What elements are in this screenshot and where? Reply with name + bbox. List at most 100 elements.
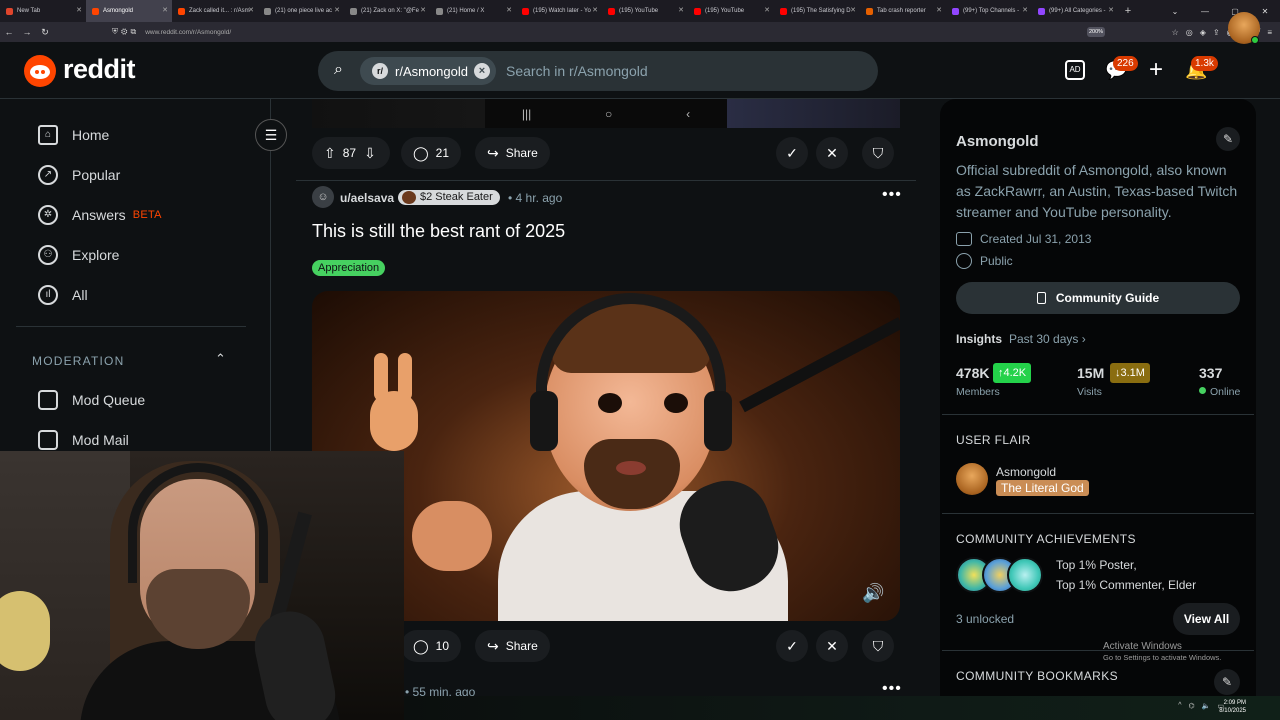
close-icon[interactable]: ✕ xyxy=(592,6,598,14)
sidebar-toggle-icon[interactable]: ☰ xyxy=(255,119,287,151)
bookmark-star-icon[interactable]: ☆ xyxy=(1172,28,1179,37)
visits-label: Visits xyxy=(1077,386,1102,398)
create-post-icon[interactable]: + xyxy=(1145,58,1167,82)
browser-tab[interactable]: (195) The Satisfying D ✕ xyxy=(774,0,860,22)
remove-button[interactable]: ✕ xyxy=(816,630,848,662)
subreddit-scope-chip[interactable]: r/ r/Asmongold × xyxy=(360,57,496,85)
sidebar-item-answers[interactable]: ✲ Answers BETA xyxy=(38,203,162,227)
sidebar-item-all[interactable]: ıl All xyxy=(38,283,88,307)
browser-tab-active[interactable]: Asmongold ✕ xyxy=(86,0,172,22)
reddit-logo-icon[interactable] xyxy=(24,55,56,87)
flair-text: $2 Steak Eater xyxy=(420,191,493,203)
post-author[interactable]: u/aelsava xyxy=(340,191,394,205)
comments-button[interactable]: ◯ 10 xyxy=(401,630,462,662)
remove-button[interactable]: ✕ xyxy=(816,137,848,169)
close-icon[interactable]: ✕ xyxy=(936,6,942,14)
browser-tab[interactable]: (99+) Top Channels - ✕ xyxy=(946,0,1032,22)
minimize-button[interactable]: — xyxy=(1190,7,1220,16)
edit-pencil-icon[interactable]: ✎ xyxy=(1216,127,1240,151)
close-icon[interactable]: ✕ xyxy=(334,6,340,14)
network-icon[interactable]: ⌬ xyxy=(1189,702,1195,710)
approve-button[interactable]: ✓ xyxy=(776,630,808,662)
view-all-button[interactable]: View All xyxy=(1173,603,1240,635)
flair-tag[interactable]: The Literal God xyxy=(996,480,1089,496)
back-button[interactable]: ← xyxy=(0,27,18,37)
close-icon[interactable]: ✕ xyxy=(1022,6,1028,14)
browser-tab[interactable]: (21) Zack on X: "@Fe ✕ xyxy=(344,0,430,22)
browser-tab[interactable]: (195) YouTube ✕ xyxy=(688,0,774,22)
community-guide-button[interactable]: Community Guide xyxy=(956,282,1240,314)
mod-shield-button[interactable]: ⛉ xyxy=(862,630,894,662)
tab-favicon xyxy=(952,7,959,15)
close-icon[interactable]: ✕ xyxy=(76,6,82,14)
close-icon[interactable]: ✕ xyxy=(506,6,512,14)
share-button[interactable]: ↪ Share xyxy=(475,630,550,662)
chevron-up-icon[interactable]: ⌃ xyxy=(215,351,226,367)
browser-tab[interactable]: (195) Watch later - Yo ✕ xyxy=(516,0,602,22)
browser-tab[interactable]: (21) one piece live ac ✕ xyxy=(258,0,344,22)
sidebar-item-mod-mail[interactable]: Mod Mail xyxy=(38,428,129,452)
extension-icon[interactable]: ◈ xyxy=(1200,28,1206,37)
comment-icon: ◯ xyxy=(413,637,429,654)
volume-tray-icon[interactable]: 🔈 xyxy=(1202,702,1211,710)
sidebar-item-mod-queue[interactable]: Mod Queue xyxy=(38,388,145,412)
insights-period-link[interactable]: Past 30 days › xyxy=(1009,332,1086,346)
upvote-icon[interactable]: ⇧ xyxy=(324,145,336,162)
browser-tab[interactable]: (195) YouTube ✕ xyxy=(602,0,688,22)
insights-label: Insights xyxy=(956,332,1003,346)
close-icon[interactable]: ✕ xyxy=(764,6,770,14)
sidebar-item-popular[interactable]: ↗ Popular xyxy=(38,163,120,187)
close-icon[interactable]: ✕ xyxy=(678,6,684,14)
sidebar-item-label: Mod Mail xyxy=(72,432,129,448)
site-info-icon[interactable]: ⛨⚙⧉ xyxy=(112,27,139,37)
close-window-button[interactable]: ✕ xyxy=(1250,7,1280,16)
browser-tab[interactable]: (21) Home / X ✕ xyxy=(430,0,516,22)
comments-button[interactable]: ◯ 21 xyxy=(401,137,462,169)
close-icon[interactable]: ✕ xyxy=(1108,6,1114,14)
visits-count: 15M xyxy=(1077,365,1105,381)
browser-tab[interactable]: (99+) All Categories - ✕ xyxy=(1032,0,1118,22)
tab-title: (195) Watch later - Yo xyxy=(533,8,591,14)
reload-button[interactable]: ↻ xyxy=(36,27,54,38)
achievement-badge-icon[interactable] xyxy=(1007,557,1043,593)
close-icon[interactable]: ✕ xyxy=(420,6,426,14)
advertise-icon[interactable]: AD xyxy=(1065,60,1085,80)
sidebar-item-explore[interactable]: ⚇ Explore xyxy=(38,243,119,267)
headphone-cup xyxy=(704,391,732,451)
new-tab-button[interactable]: + xyxy=(1118,5,1138,17)
edit-pencil-icon[interactable]: ✎ xyxy=(1214,669,1240,695)
post-title[interactable]: This is still the best rant of 2025 xyxy=(312,221,565,242)
search-bar[interactable]: ⌕ r/ r/Asmongold × xyxy=(318,51,878,91)
mod-shield-button[interactable]: ⛉ xyxy=(862,137,894,169)
browser-tab[interactable]: New Tab ✕ xyxy=(0,0,86,22)
forward-button[interactable]: → xyxy=(18,27,36,37)
moderation-heading[interactable]: MODERATION xyxy=(32,354,124,368)
close-icon[interactable]: ✕ xyxy=(248,6,254,14)
approve-button[interactable]: ✓ xyxy=(776,137,808,169)
pocket-icon[interactable]: ◎ xyxy=(1186,28,1193,37)
tab-favicon xyxy=(178,7,185,15)
post-flair-tag[interactable]: Appreciation xyxy=(312,260,386,276)
author-avatar[interactable]: ☺ xyxy=(312,186,334,208)
reddit-wordmark[interactable]: reddit xyxy=(63,54,136,85)
browser-tab[interactable]: Zack called it... : r/Asm ✕ xyxy=(172,0,258,22)
online-label: Online xyxy=(1210,386,1241,398)
share-button[interactable]: ↪ Share xyxy=(475,137,550,169)
close-icon[interactable]: ✕ xyxy=(850,6,856,14)
downvote-icon[interactable]: ⇩ xyxy=(364,145,376,162)
url-bar[interactable]: ⛨⚙⧉ www.reddit.com/r/Asmongold/ xyxy=(112,25,1082,39)
search-input[interactable] xyxy=(506,62,836,80)
share-icon[interactable]: ⇪ xyxy=(1213,28,1220,37)
app-menu-icon[interactable]: ≡ xyxy=(1267,28,1272,37)
close-icon[interactable]: ✕ xyxy=(162,6,168,14)
more-options-icon[interactable]: ••• xyxy=(882,186,902,204)
tab-list-icon[interactable]: ⌄ xyxy=(1160,7,1190,16)
volume-icon[interactable]: 🔊 xyxy=(862,583,884,604)
tray-chevron-icon[interactable]: ^ xyxy=(1178,702,1181,710)
zoom-level-badge[interactable]: 200% xyxy=(1087,27,1105,37)
taskbar-clock[interactable]: 2:09 PM 8/10/2025 xyxy=(1219,699,1246,715)
sidebar-item-home[interactable]: ⌂ Home xyxy=(38,123,109,147)
reddit-header: reddit ⌕ r/ r/Asmongold × AD 💬 226 + 🔔 1… xyxy=(0,42,1280,99)
clear-scope-icon[interactable]: × xyxy=(474,63,490,79)
browser-tab[interactable]: Tab crash reporter ✕ xyxy=(860,0,946,22)
